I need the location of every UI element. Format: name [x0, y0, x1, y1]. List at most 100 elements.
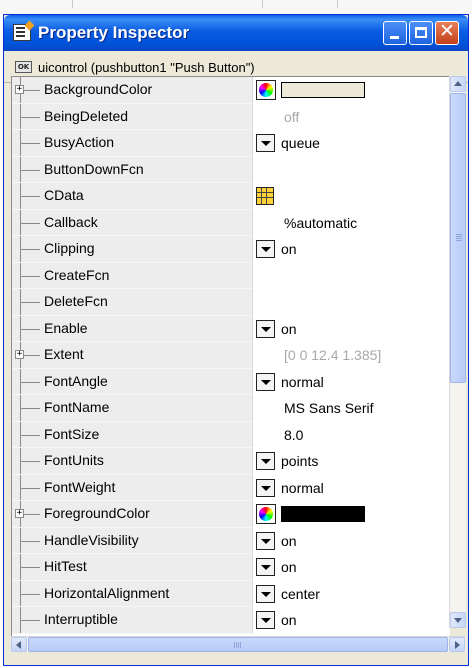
- property-row[interactable]: DeleteFcn: [12, 289, 450, 316]
- property-row[interactable]: HandleVisibility on: [12, 527, 450, 555]
- property-value-cell[interactable]: [254, 501, 450, 528]
- property-row[interactable]: Callback %automatic: [12, 209, 450, 237]
- property-value-cell[interactable]: MS Sans Serif: [254, 395, 450, 422]
- vertical-scrollbar[interactable]: [449, 76, 466, 628]
- property-row[interactable]: + ForegroundColor: [12, 501, 450, 528]
- property-value[interactable]: on: [281, 559, 297, 575]
- property-value-cell[interactable]: on: [254, 236, 450, 263]
- dropdown-arrow-icon[interactable]: [256, 319, 275, 338]
- property-name-cell[interactable]: Clipping: [12, 236, 253, 263]
- property-name-cell[interactable]: DeleteFcn: [12, 289, 253, 316]
- property-value-cell[interactable]: [254, 263, 450, 290]
- property-value-cell[interactable]: 8.0: [254, 422, 450, 449]
- dropdown-arrow-icon[interactable]: [256, 531, 275, 550]
- plus-expander-icon[interactable]: +: [15, 350, 24, 359]
- property-name-cell[interactable]: + BackgroundColor: [12, 77, 253, 104]
- property-value[interactable]: normal: [281, 480, 324, 496]
- close-button[interactable]: ✕: [435, 20, 459, 45]
- property-value[interactable]: on: [281, 612, 297, 628]
- property-name-cell[interactable]: CreateFcn: [12, 262, 253, 289]
- dropdown-arrow-icon[interactable]: [256, 611, 275, 629]
- property-row[interactable]: + Extent [0 0 12.4 1.385]: [12, 342, 450, 369]
- property-value-cell[interactable]: [254, 77, 450, 104]
- property-value-cell[interactable]: on: [254, 528, 450, 555]
- property-value-cell[interactable]: [254, 157, 450, 184]
- property-row[interactable]: CreateFcn: [12, 262, 450, 290]
- property-value[interactable]: MS Sans Serif: [284, 400, 373, 416]
- property-name-cell[interactable]: FontName: [12, 395, 253, 422]
- dropdown-arrow-icon[interactable]: [256, 134, 275, 152]
- property-row[interactable]: FontAngle normal: [12, 368, 450, 396]
- property-name-cell[interactable]: FontAngle: [12, 368, 253, 395]
- scroll-left-button[interactable]: [11, 637, 27, 652]
- property-row[interactable]: + BackgroundColor: [12, 77, 450, 104]
- property-name-cell[interactable]: HitTest: [12, 554, 253, 581]
- property-name-cell[interactable]: Callback: [12, 209, 253, 236]
- property-value-cell[interactable]: on: [254, 607, 450, 634]
- property-editor-icon[interactable]: [13, 24, 31, 41]
- property-value[interactable]: %automatic: [284, 215, 357, 231]
- maximize-button[interactable]: [409, 21, 433, 45]
- property-name-cell[interactable]: BusyAction: [12, 130, 253, 157]
- property-value[interactable]: center: [281, 586, 320, 602]
- title-bar[interactable]: Property Inspector ✕: [4, 15, 468, 51]
- horizontal-scroll-thumb[interactable]: [28, 637, 448, 652]
- property-name-cell[interactable]: Enable: [12, 315, 253, 342]
- property-name-cell[interactable]: FontWeight: [12, 474, 253, 501]
- scroll-right-button[interactable]: [449, 637, 465, 652]
- property-row[interactable]: FontSize 8.0: [12, 421, 450, 449]
- property-value[interactable]: queue: [281, 135, 320, 151]
- property-name-cell[interactable]: Interruptible: [12, 607, 253, 634]
- property-value[interactable]: normal: [281, 374, 324, 390]
- property-row[interactable]: FontUnits points: [12, 448, 450, 475]
- dropdown-arrow-icon[interactable]: [256, 240, 275, 258]
- plus-expander-icon[interactable]: +: [15, 85, 24, 94]
- property-name-cell[interactable]: + ForegroundColor: [12, 501, 253, 528]
- property-name-cell[interactable]: ButtonDownFcn: [12, 156, 253, 183]
- property-row[interactable]: HitTest on: [12, 554, 450, 581]
- scroll-down-button[interactable]: [450, 612, 466, 628]
- dropdown-arrow-icon[interactable]: [256, 452, 275, 470]
- color-swatch[interactable]: [281, 82, 365, 98]
- dropdown-arrow-icon[interactable]: [256, 372, 275, 391]
- property-row[interactable]: FontWeight normal: [12, 474, 450, 502]
- property-value-cell[interactable]: center: [254, 581, 450, 608]
- dropdown-arrow-icon[interactable]: [256, 478, 275, 497]
- horizontal-scrollbar[interactable]: [11, 636, 466, 652]
- dropdown-arrow-icon[interactable]: [256, 558, 275, 576]
- property-row[interactable]: BeingDeleted off: [12, 103, 450, 131]
- property-name-cell[interactable]: BeingDeleted: [12, 103, 253, 130]
- property-row[interactable]: Enable on: [12, 315, 450, 343]
- property-value[interactable]: on: [281, 241, 297, 257]
- property-value-cell[interactable]: normal: [254, 369, 450, 396]
- property-row[interactable]: ButtonDownFcn: [12, 156, 450, 184]
- property-value-cell[interactable]: on: [254, 316, 450, 343]
- property-value[interactable]: points: [281, 453, 318, 469]
- property-name-cell[interactable]: CData: [12, 183, 253, 210]
- property-row[interactable]: BusyAction queue: [12, 130, 450, 157]
- grid-matrix-icon[interactable]: [256, 187, 274, 205]
- property-name-cell[interactable]: FontUnits: [12, 448, 253, 475]
- property-name-cell[interactable]: HandleVisibility: [12, 527, 253, 554]
- property-value[interactable]: on: [281, 321, 297, 337]
- scroll-up-button[interactable]: [450, 76, 466, 92]
- vertical-scroll-thumb[interactable]: [450, 93, 466, 383]
- property-value-cell[interactable]: %automatic: [254, 210, 450, 237]
- dropdown-arrow-icon[interactable]: [256, 584, 275, 603]
- property-value-cell[interactable]: [0 0 12.4 1.385]: [254, 342, 450, 369]
- property-value-cell[interactable]: [254, 289, 450, 316]
- property-name-cell[interactable]: + Extent: [12, 342, 253, 369]
- property-row[interactable]: Clipping on: [12, 236, 450, 263]
- property-value[interactable]: on: [281, 533, 297, 549]
- property-row[interactable]: Interruptible on: [12, 607, 450, 634]
- property-value-cell[interactable]: normal: [254, 475, 450, 502]
- property-row[interactable]: HorizontalAlignment center: [12, 580, 450, 608]
- property-value-cell[interactable]: on: [254, 554, 450, 581]
- property-value-cell[interactable]: queue: [254, 130, 450, 157]
- property-value-cell[interactable]: points: [254, 448, 450, 475]
- property-value-cell[interactable]: off: [254, 104, 450, 131]
- property-name-cell[interactable]: HorizontalAlignment: [12, 580, 253, 607]
- property-value[interactable]: 8.0: [284, 427, 303, 443]
- property-value-cell[interactable]: [254, 183, 450, 210]
- property-row[interactable]: FontName MS Sans Serif: [12, 395, 450, 422]
